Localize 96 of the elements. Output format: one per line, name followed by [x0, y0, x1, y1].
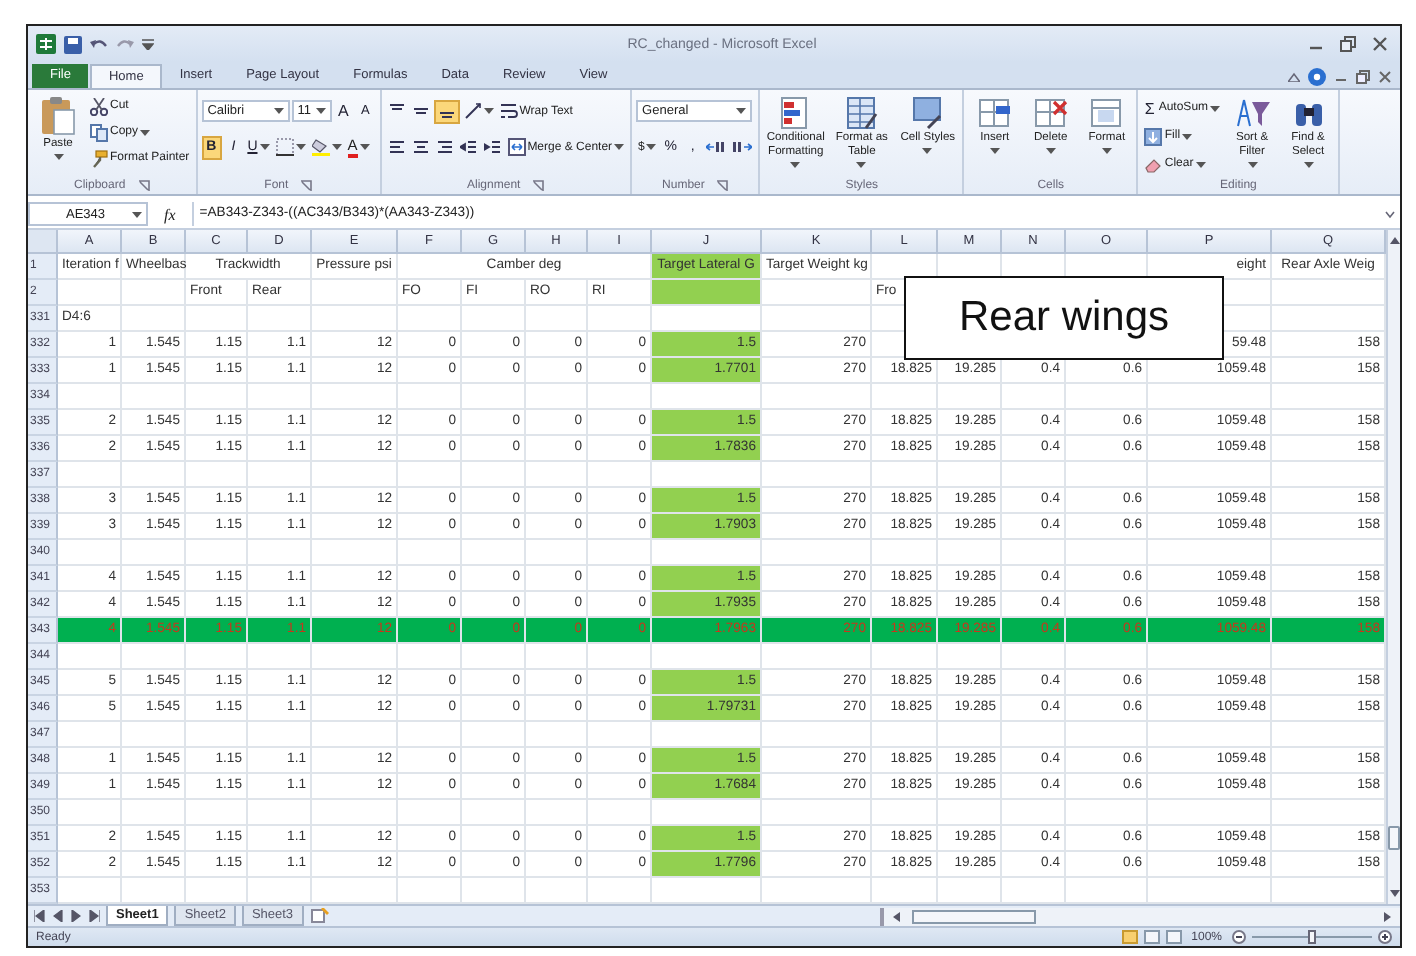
collapse-ribbon-icon[interactable] [1288, 71, 1300, 81]
previous-sheet-icon[interactable] [52, 910, 64, 922]
zoom-out-icon[interactable] [1232, 930, 1246, 944]
dialog-launcher-icon[interactable] [716, 179, 729, 191]
caret-icon [1182, 133, 1193, 139]
page-break-view-icon[interactable] [1165, 930, 1182, 944]
fill-down-icon [1144, 127, 1163, 145]
callout: Rear wings [904, 276, 1224, 360]
caret-icon [1101, 148, 1112, 154]
caret-icon [736, 108, 747, 114]
caret-icon [132, 211, 142, 217]
indent-icon [459, 138, 478, 156]
caret-icon [614, 144, 625, 150]
caret-icon [922, 148, 933, 154]
eraser-icon [1144, 155, 1163, 173]
cell-styles-icon [910, 96, 945, 130]
horizontal-scrollbar[interactable] [880, 907, 1400, 925]
expand-icon[interactable] [1384, 208, 1396, 220]
caret-icon [1303, 162, 1314, 168]
spreadsheet-icon[interactable] [36, 34, 56, 54]
merge-icon [507, 138, 526, 156]
scroll-right-icon[interactable] [1384, 911, 1392, 921]
dialog-launcher-icon[interactable] [137, 179, 150, 191]
caret-icon [359, 144, 370, 150]
paint-bucket-icon [311, 138, 330, 156]
caret-icon [1195, 161, 1206, 167]
caret-icon [483, 108, 494, 114]
increase-indent-button[interactable] [481, 135, 504, 159]
scissors-icon [90, 97, 108, 115]
delete-cells-icon [1033, 96, 1068, 130]
caret-icon [989, 148, 1000, 154]
close-icon[interactable] [1378, 69, 1392, 83]
scroll-down-icon[interactable] [1389, 890, 1399, 898]
caret-icon [331, 144, 342, 150]
caret-icon [1045, 148, 1056, 154]
borders-button[interactable] [273, 135, 308, 159]
caret-icon [140, 129, 151, 135]
last-sheet-icon[interactable] [88, 910, 100, 922]
zoom-in-icon[interactable] [1378, 930, 1392, 944]
scrollbar-thumb[interactable] [1388, 826, 1400, 850]
decimal-decrease-icon [732, 138, 753, 156]
conditional-format-icon [778, 96, 813, 130]
bottom-align-button[interactable] [433, 99, 460, 123]
align-lines-icon [387, 138, 406, 156]
slider-thumb[interactable] [1308, 930, 1316, 944]
table-format-icon [844, 96, 879, 130]
caret-icon [273, 108, 284, 114]
caret-icon [53, 154, 63, 160]
scrollbar-thumb[interactable] [912, 909, 1036, 923]
align-lines-icon [435, 138, 454, 156]
orientation-icon [463, 102, 482, 120]
decimal-increase-icon [706, 138, 727, 156]
first-sheet-icon[interactable] [34, 910, 46, 922]
sum-icon: Σ [1144, 99, 1157, 117]
caret-icon [315, 108, 326, 114]
align-left-button[interactable] [385, 135, 408, 159]
clipboard-icon [40, 96, 76, 136]
caret-icon [295, 144, 306, 150]
dialog-launcher-icon[interactable] [532, 179, 545, 191]
orientation-button[interactable] [461, 99, 496, 123]
function-button[interactable]: fx [156, 205, 184, 223]
caret-icon [1247, 162, 1258, 168]
page-layout-view-icon[interactable] [1143, 930, 1160, 944]
caret-icon [856, 162, 867, 168]
align-lines-icon [411, 102, 430, 120]
decrease-indent-button[interactable] [457, 135, 480, 159]
next-sheet-icon[interactable] [70, 910, 82, 922]
caret-icon [646, 144, 657, 150]
sort-filter-icon [1235, 96, 1270, 130]
border-icon [275, 138, 294, 156]
restore-icon[interactable] [1356, 69, 1370, 83]
copy-icon [90, 123, 108, 141]
grow-font-button[interactable]: A [333, 99, 354, 123]
align-lines-icon [411, 138, 430, 156]
brush-icon [90, 149, 108, 167]
wrap-icon [499, 102, 518, 120]
format-cells-icon [1089, 96, 1124, 130]
insert-sheet-icon[interactable] [309, 908, 330, 924]
undo-icon[interactable] [90, 35, 108, 53]
indent-icon [483, 138, 502, 156]
vertical-scrollbar[interactable] [1386, 230, 1400, 904]
save-icon[interactable] [64, 35, 82, 53]
restore-icon[interactable] [1340, 36, 1356, 52]
align-center-button[interactable] [409, 135, 432, 159]
scroll-up-icon[interactable] [1389, 236, 1399, 244]
close-icon[interactable] [1372, 36, 1388, 52]
align-right-button[interactable] [433, 135, 456, 159]
caret-icon [790, 162, 801, 168]
dialog-launcher-icon[interactable] [300, 179, 313, 191]
caret-icon [1210, 105, 1221, 111]
help-icon[interactable] [1308, 67, 1326, 85]
insert-cells-icon [977, 96, 1012, 130]
caret-icon [259, 144, 270, 150]
customize-caret-icon[interactable] [142, 38, 154, 50]
scroll-left-icon[interactable] [892, 911, 900, 921]
fill-color-button[interactable] [309, 135, 344, 159]
